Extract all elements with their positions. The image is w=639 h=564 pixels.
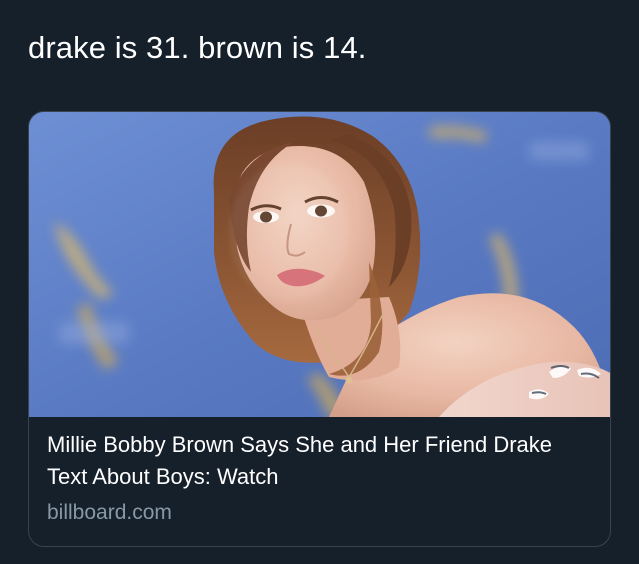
link-preview-domain: billboard.com	[47, 501, 172, 524]
link-preview-card[interactable]: Millie Bobby Brown Says She and Her Frie…	[28, 111, 611, 547]
link-preview-image[interactable]	[29, 112, 610, 417]
link-preview-title[interactable]: Millie Bobby Brown Says She and Her Frie…	[47, 429, 587, 493]
tweet-text: drake is 31. brown is 14.	[28, 30, 367, 65]
portrait-photo	[29, 112, 610, 417]
